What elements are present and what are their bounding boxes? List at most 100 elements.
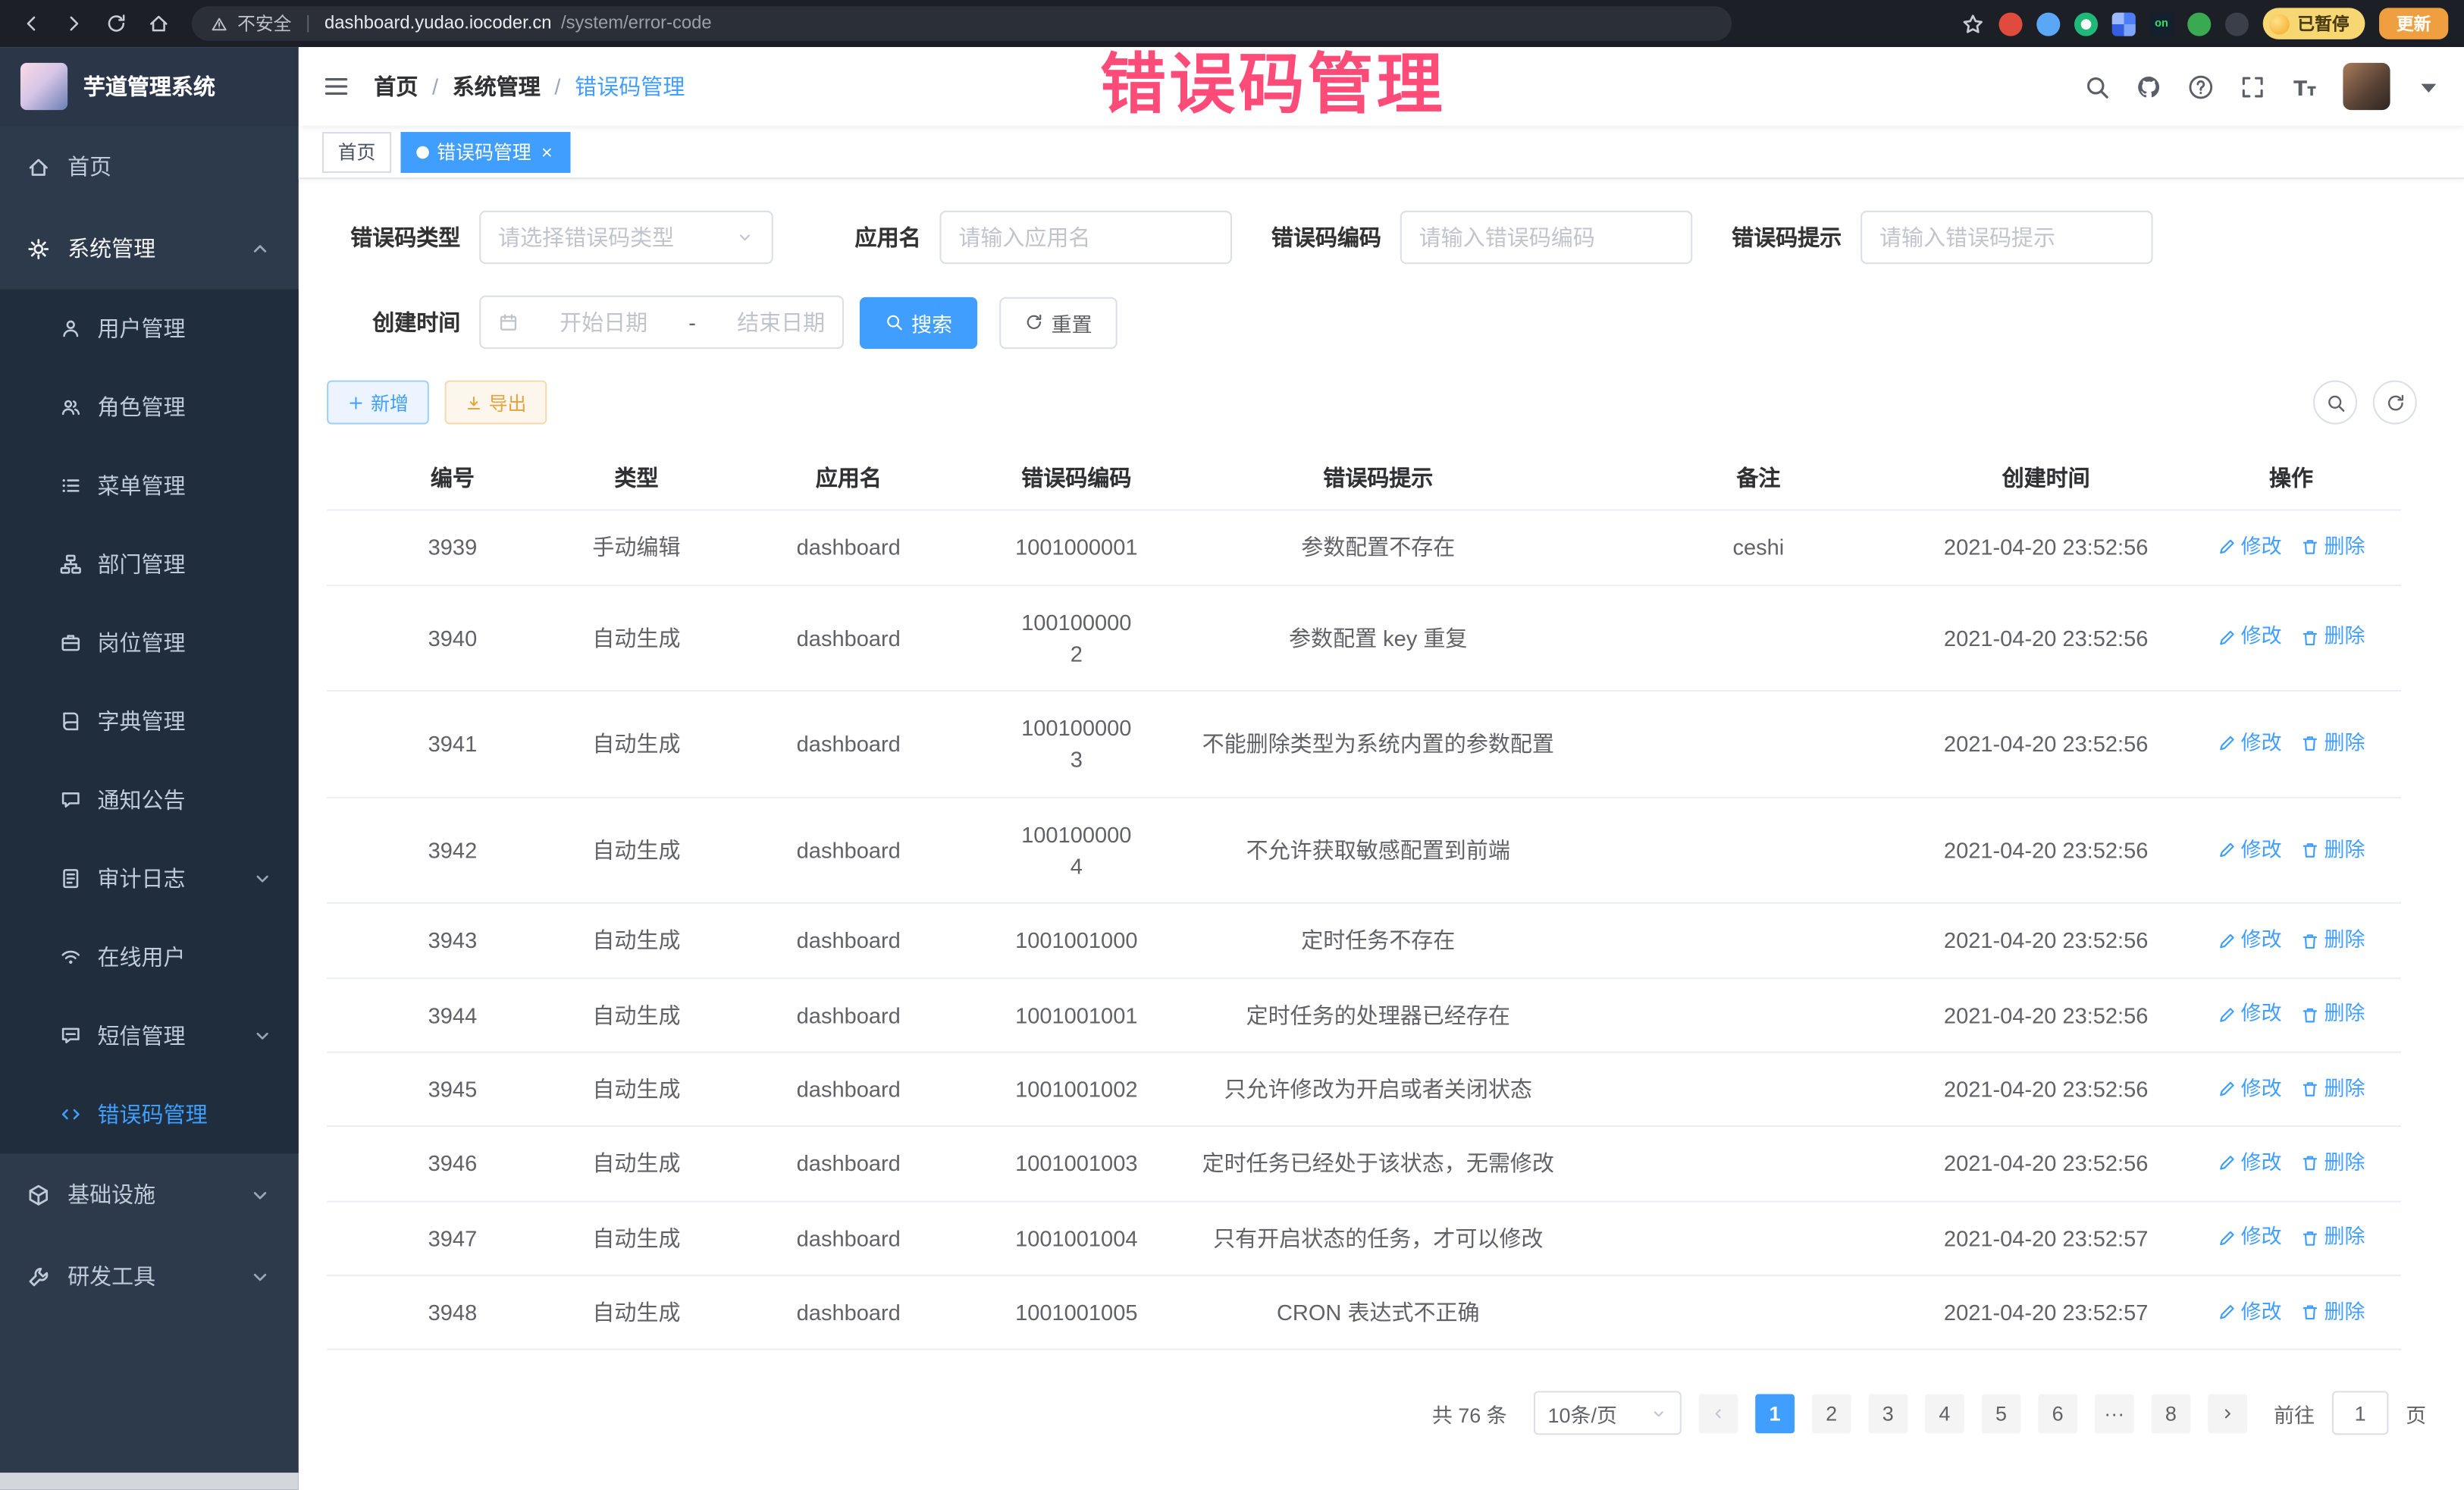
extension-icon-3[interactable] bbox=[2074, 12, 2098, 36]
column-header: 错误码提示 bbox=[1150, 447, 1606, 510]
delete-button[interactable]: 删除 bbox=[2300, 1149, 2365, 1178]
more-pages-button[interactable]: ··· bbox=[2095, 1394, 2134, 1433]
sidebar-item-dept-management[interactable]: 部门管理 bbox=[0, 525, 299, 604]
sidebar-item-system-management[interactable]: 系统管理 bbox=[0, 208, 299, 290]
delete-button[interactable]: 删除 bbox=[2300, 836, 2365, 865]
extension-icon-2[interactable] bbox=[2036, 12, 2060, 36]
sidebar-item-notice-announcement[interactable]: 通知公告 bbox=[0, 761, 299, 839]
delete-button[interactable]: 删除 bbox=[2300, 926, 2365, 955]
back-icon[interactable] bbox=[16, 8, 47, 39]
prev-page-button[interactable] bbox=[1699, 1394, 1738, 1433]
extension-icon-6[interactable] bbox=[2187, 12, 2211, 36]
breadcrumb-system[interactable]: 系统管理 bbox=[453, 71, 541, 102]
sidebar-scrollbar[interactable] bbox=[0, 1473, 299, 1490]
sidebar-item-error-code-management[interactable]: 错误码管理 bbox=[0, 1075, 299, 1154]
font-size-icon[interactable] bbox=[2291, 73, 2318, 99]
reset-button[interactable]: 重置 bbox=[999, 296, 1117, 348]
sidebar-item-user-management[interactable]: 用户管理 bbox=[0, 289, 299, 368]
page-button-6[interactable]: 6 bbox=[2038, 1394, 2077, 1433]
reload-icon[interactable] bbox=[101, 8, 132, 39]
url-host: dashboard.yudao.iocoder.cn bbox=[324, 14, 552, 33]
sidebar-item-post-management[interactable]: 岗位管理 bbox=[0, 604, 299, 682]
tag-home[interactable]: 首页 bbox=[322, 131, 391, 172]
next-page-button[interactable] bbox=[2208, 1394, 2247, 1433]
page-button-2[interactable]: 2 bbox=[1812, 1394, 1851, 1433]
search-icon bbox=[885, 312, 904, 331]
github-icon[interactable] bbox=[2136, 73, 2162, 99]
row-memo bbox=[1606, 617, 1911, 658]
edit-button[interactable]: 修改 bbox=[2218, 836, 2282, 865]
help-icon[interactable] bbox=[2187, 73, 2214, 99]
sidebar-item-online-users[interactable]: 在线用户 bbox=[0, 918, 299, 996]
edit-button[interactable]: 修改 bbox=[2218, 926, 2282, 955]
sidebar-item-dev-tools[interactable]: 研发工具 bbox=[0, 1235, 299, 1317]
add-button[interactable]: 新增 bbox=[327, 381, 429, 425]
date-start[interactable]: 开始日期 bbox=[560, 306, 647, 337]
security-label[interactable]: 不安全 bbox=[237, 11, 292, 36]
user-avatar[interactable] bbox=[2343, 63, 2390, 110]
row-message: 不允许获取敏感配置到前端 bbox=[1150, 814, 1606, 886]
edit-button[interactable]: 修改 bbox=[2218, 1149, 2282, 1178]
delete-button[interactable]: 删除 bbox=[2300, 1223, 2365, 1253]
bookmark-star-icon[interactable] bbox=[1961, 12, 1985, 36]
page-button-5[interactable]: 5 bbox=[1982, 1394, 2021, 1433]
forward-icon[interactable] bbox=[58, 8, 89, 39]
goto-page-input[interactable] bbox=[2332, 1391, 2389, 1435]
date-range-picker[interactable]: 开始日期 - 结束日期 bbox=[479, 296, 844, 349]
notice-icon bbox=[60, 789, 82, 811]
edit-button[interactable]: 修改 bbox=[2218, 1074, 2282, 1104]
edit-button[interactable]: 修改 bbox=[2218, 623, 2282, 653]
error-message-input[interactable]: 请输入错误码提示 bbox=[1861, 211, 2153, 264]
sidebar-item-menu-management[interactable]: 菜单管理 bbox=[0, 447, 299, 525]
update-button[interactable]: 更新 bbox=[2379, 8, 2448, 39]
delete-button[interactable]: 删除 bbox=[2300, 1074, 2365, 1104]
export-button[interactable]: 导出 bbox=[445, 381, 547, 425]
delete-button[interactable]: 删除 bbox=[2300, 533, 2365, 563]
sidebar-item-dict-management[interactable]: 字典管理 bbox=[0, 682, 299, 761]
browser-home-icon[interactable] bbox=[143, 8, 174, 39]
delete-button[interactable]: 删除 bbox=[2300, 729, 2365, 759]
paused-badge[interactable]: 已暂停 bbox=[2263, 8, 2365, 39]
page-button-4[interactable]: 4 bbox=[1925, 1394, 1964, 1433]
page-button-1[interactable]: 1 bbox=[1755, 1394, 1795, 1433]
table-row: 3940自动生成dashboard100100000 2参数配置 key 重复2… bbox=[327, 585, 2401, 692]
delete-button[interactable]: 删除 bbox=[2300, 623, 2365, 653]
date-end[interactable]: 结束日期 bbox=[737, 306, 825, 337]
sidebar-item-role-management[interactable]: 角色管理 bbox=[0, 368, 299, 447]
search-icon[interactable] bbox=[2083, 73, 2110, 99]
page-size-select[interactable]: 10条/页 bbox=[1534, 1391, 1682, 1435]
edit-button[interactable]: 修改 bbox=[2218, 1297, 2282, 1327]
sidebar-item-home[interactable]: 首页 bbox=[0, 126, 299, 208]
extension-icon-1[interactable] bbox=[1998, 12, 2022, 36]
delete-button[interactable]: 删除 bbox=[2300, 1297, 2365, 1327]
extension-icon-5[interactable]: on bbox=[2149, 12, 2173, 36]
edit-button[interactable]: 修改 bbox=[2218, 533, 2282, 563]
close-icon[interactable] bbox=[539, 144, 555, 160]
fullscreen-icon[interactable] bbox=[2240, 73, 2266, 99]
edit-button[interactable]: 修改 bbox=[2218, 1223, 2282, 1253]
row-app: dashboard bbox=[694, 707, 1002, 780]
sidebar-item-sms-management[interactable]: 短信管理 bbox=[0, 996, 299, 1075]
app-name-input[interactable]: 请输入应用名 bbox=[939, 211, 1232, 264]
sidebar-item-infrastructure[interactable]: 基础设施 bbox=[0, 1153, 299, 1235]
page-content: 错误码类型 请选择错误码类型 应用名 请输入应用名 错误码编码 bbox=[299, 179, 2464, 1490]
address-bar[interactable]: 不安全 | dashboard.yudao.iocoder.cn/system/… bbox=[192, 6, 1732, 41]
extension-icon-4[interactable] bbox=[2112, 12, 2136, 36]
toggle-search-button[interactable] bbox=[2313, 381, 2357, 425]
tag-error-code-management[interactable]: 错误码管理 bbox=[401, 131, 571, 172]
search-button[interactable]: 搜索 bbox=[860, 296, 977, 348]
error-code-input[interactable]: 请输入错误码编码 bbox=[1400, 211, 1693, 264]
refresh-table-button[interactable] bbox=[2373, 381, 2417, 425]
sidebar-item-audit-log[interactable]: 审计日志 bbox=[0, 839, 299, 918]
extension-icon-7[interactable] bbox=[2225, 12, 2249, 36]
breadcrumb-home[interactable]: 首页 bbox=[374, 71, 418, 102]
caret-down-icon[interactable] bbox=[2415, 73, 2442, 99]
page-button-3[interactable]: 3 bbox=[1868, 1394, 1908, 1433]
page-button-8[interactable]: 8 bbox=[2151, 1394, 2190, 1433]
edit-button[interactable]: 修改 bbox=[2218, 729, 2282, 759]
sidebar-toggle-button[interactable] bbox=[299, 47, 374, 126]
edit-button[interactable]: 修改 bbox=[2218, 1000, 2282, 1030]
error-type-select[interactable]: 请选择错误码类型 bbox=[479, 211, 773, 264]
delete-button[interactable]: 删除 bbox=[2300, 1000, 2365, 1030]
app-logo[interactable]: 芋道管理系统 bbox=[0, 47, 299, 126]
